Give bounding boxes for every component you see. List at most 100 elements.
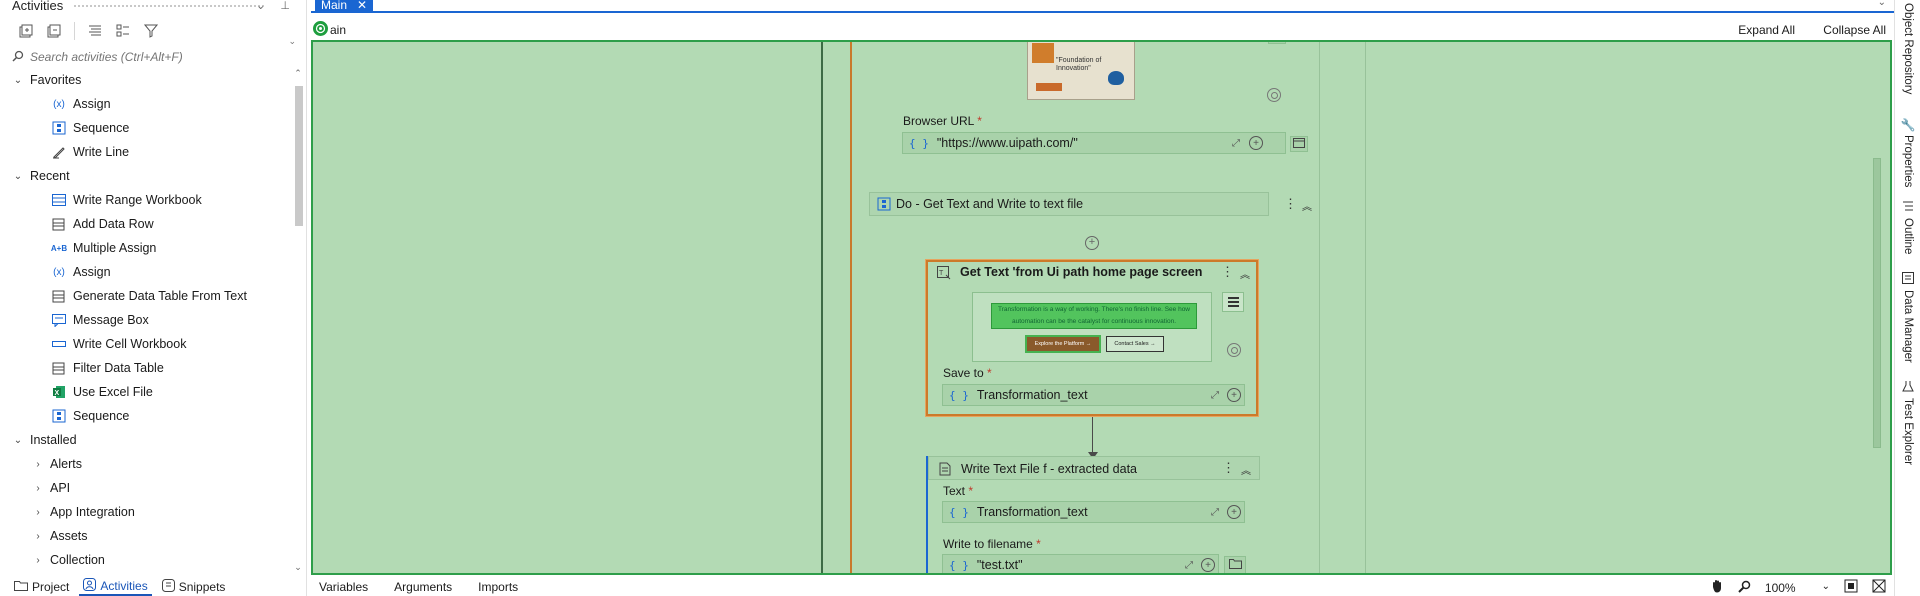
scroll-down-icon[interactable]: ⌄ [293, 562, 303, 573]
indicate-target-icon[interactable] [1227, 343, 1241, 357]
get-text-activity[interactable]: T Get Text 'from Ui path home page scree… [926, 260, 1258, 416]
list-item[interactable]: Generate Data Table From Text [0, 284, 292, 308]
scrollbar-thumb[interactable] [295, 86, 303, 226]
toolbar-overflow-icon[interactable]: ⌄ [288, 36, 296, 47]
panel-window-controls[interactable]: ⌄ ⊥ [256, 0, 296, 12]
panel-drag-handle[interactable] [74, 5, 264, 7]
tab-object-repository[interactable]: Object Repository [1898, 0, 1918, 94]
tree-group-favorites[interactable]: ⌄ Favorites [0, 68, 292, 92]
chevron-down-icon[interactable]: ⌄ [12, 75, 24, 86]
list-item[interactable]: (x) Assign [0, 260, 292, 284]
more-options-icon[interactable]: ⋮ [1222, 461, 1235, 476]
tree-group-installed[interactable]: ⌄ Installed [0, 428, 292, 452]
list-item[interactable]: Add Data Row [0, 212, 292, 236]
collapse-all-button[interactable]: Collapse All [1823, 23, 1886, 37]
fit-to-screen-icon[interactable] [1844, 579, 1858, 596]
tab-project[interactable]: Project [10, 578, 73, 596]
add-icon[interactable]: + [1227, 505, 1241, 519]
expand-editor-icon[interactable]: ⤢ [1229, 136, 1243, 150]
list-item[interactable]: Message Box [0, 308, 292, 332]
pan-hand-icon[interactable] [1710, 579, 1724, 596]
tree-category[interactable]: › Collection [0, 548, 292, 572]
browser-url-field[interactable]: { } "https://www.uipath.com/" ⤢ + [902, 132, 1286, 154]
sequence-root-icon[interactable] [313, 21, 328, 36]
do-sequence-header[interactable]: Do - Get Text and Write to text file ⋮ ︽ [869, 192, 1312, 216]
tree-category[interactable]: › Assets [0, 524, 292, 548]
activities-search[interactable] [8, 48, 304, 66]
tab-imports[interactable]: Imports [478, 580, 518, 594]
expand-editor-icon[interactable]: ⤢ [1182, 558, 1196, 572]
chevron-right-icon[interactable]: › [32, 555, 44, 566]
activity-header[interactable]: T Get Text 'from Ui path home page scree… [928, 262, 1256, 284]
close-icon[interactable]: ✕ [357, 0, 367, 12]
list-item[interactable]: A+B Multiple Assign [0, 236, 292, 260]
chevron-down-icon[interactable]: ⌄ [12, 435, 24, 446]
tree-group-recent[interactable]: ⌄ Recent [0, 164, 292, 188]
collapsed-menu-button[interactable] [1268, 42, 1286, 44]
tab-outline[interactable]: Outline [1898, 200, 1918, 254]
scroll-up-icon[interactable]: ⌃ [293, 68, 303, 79]
list-item[interactable]: Sequence [0, 404, 292, 428]
tab-activities[interactable]: Activities [79, 578, 152, 596]
tab-snippets[interactable]: Snippets [158, 578, 230, 596]
browser-screenshot-thumbnail[interactable]: "Foundation of Innovation" [1027, 42, 1135, 100]
save-to-field[interactable]: { } Transformation_text ⤢ + [942, 384, 1245, 406]
activity-header[interactable]: Write Text File f - extracted data ⋮ ︽ [928, 456, 1260, 480]
collapse-icon[interactable]: ︽ [1240, 266, 1252, 281]
expand-editor-icon[interactable]: ⤢ [1208, 388, 1222, 402]
add-icon[interactable]: + [1227, 388, 1241, 402]
list-item[interactable]: Sequence [0, 116, 292, 140]
list-item[interactable]: (x) Assign [0, 92, 292, 116]
activities-scrollbar[interactable]: ⌃ ⌄ [292, 68, 304, 576]
list-item[interactable]: X Use Excel File [0, 380, 292, 404]
search-input[interactable] [30, 50, 290, 64]
filename-field[interactable]: { } "test.txt" ⤢ + [942, 554, 1219, 573]
browse-file-button[interactable] [1224, 556, 1246, 573]
tab-properties[interactable]: 🔧 Properties [1898, 118, 1918, 187]
expand-editor-icon[interactable]: ⤢ [1208, 505, 1222, 519]
collapse-icon[interactable]: ︽ [1241, 462, 1253, 477]
overview-map-icon[interactable] [1872, 579, 1886, 596]
group-view-icon[interactable] [111, 20, 135, 42]
tree-category[interactable]: › Alerts [0, 452, 292, 476]
add-icon[interactable]: + [1249, 136, 1263, 150]
tab-data-manager[interactable]: Data Manager [1898, 272, 1918, 363]
tab-list-dropdown-icon[interactable]: ⌄ [1878, 0, 1886, 8]
zoom-magnifier-icon[interactable] [1738, 580, 1751, 596]
list-item[interactable]: Write Range Workbook [0, 188, 292, 212]
collapse-all-icon[interactable] [42, 20, 66, 42]
target-element-preview[interactable]: Transformation is a way of working. Ther… [972, 292, 1212, 362]
more-options-icon[interactable]: ⋮ [1221, 265, 1234, 280]
browser-picker-button[interactable] [1290, 136, 1308, 152]
tab-arguments[interactable]: Arguments [394, 580, 452, 594]
chevron-right-icon[interactable]: › [32, 507, 44, 518]
expand-all-button[interactable]: Expand All [1738, 23, 1795, 37]
expand-all-icon[interactable] [14, 20, 38, 42]
list-item[interactable]: Write Cell Workbook [0, 332, 292, 356]
chevron-right-icon[interactable]: › [32, 459, 44, 470]
tab-test-explorer[interactable]: Test Explorer [1898, 380, 1918, 465]
workflow-canvas[interactable]: "Foundation of Innovation" Browser URL *… [311, 40, 1892, 575]
tree-category[interactable]: › API [0, 476, 292, 500]
zoom-level-select[interactable]: 100% ⌄ [1765, 581, 1830, 595]
tab-main[interactable]: Main ✕ [315, 0, 374, 12]
menu-icon[interactable] [1222, 292, 1244, 312]
more-options-icon[interactable]: ⋮ [1284, 197, 1297, 212]
chevron-right-icon[interactable]: › [32, 483, 44, 494]
text-field[interactable]: { } Transformation_text ⤢ + [942, 501, 1245, 523]
write-text-file-activity[interactable]: Write Text File f - extracted data ⋮ ︽ T… [926, 456, 1260, 573]
add-icon[interactable]: + [1201, 558, 1215, 572]
tree-category[interactable]: › App Integration [0, 500, 292, 524]
chevron-right-icon[interactable]: › [32, 531, 44, 542]
tab-variables[interactable]: Variables [319, 580, 368, 594]
indicate-target-icon[interactable] [1267, 88, 1281, 102]
collapse-icon[interactable]: ︽ [1302, 198, 1314, 213]
canvas-scrollbar[interactable] [1873, 158, 1881, 448]
filter-icon[interactable] [139, 20, 163, 42]
breadcrumb-item[interactable]: ain [330, 23, 346, 37]
list-item[interactable]: Filter Data Table [0, 356, 292, 380]
add-activity-icon[interactable]: + [1085, 236, 1099, 250]
chevron-down-icon[interactable]: ⌄ [12, 171, 24, 182]
list-item[interactable]: Write Line [0, 140, 292, 164]
show-descriptions-icon[interactable] [83, 20, 107, 42]
